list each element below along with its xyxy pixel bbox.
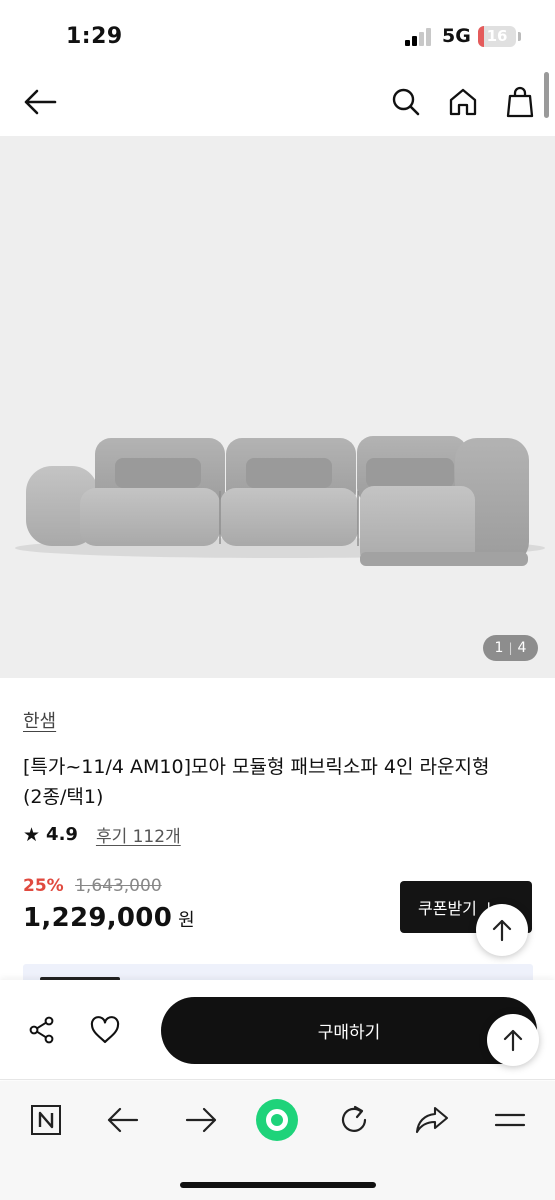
rating-row: ★ 4.9 후기 112개 bbox=[23, 822, 181, 848]
brand-link[interactable]: 한샘 bbox=[23, 707, 56, 733]
image-counter: 1 | 4 bbox=[483, 635, 538, 661]
battery-icon: 16 bbox=[478, 26, 516, 47]
scroll-top-icon[interactable] bbox=[487, 1014, 539, 1066]
image-counter-total: 4 bbox=[517, 640, 527, 656]
share-arrow-icon[interactable] bbox=[410, 1098, 454, 1142]
back-arrow-icon[interactable] bbox=[20, 82, 60, 122]
share-icon[interactable] bbox=[22, 1010, 62, 1050]
back-icon[interactable] bbox=[101, 1098, 145, 1142]
original-price: 1,643,000 bbox=[75, 876, 162, 896]
search-icon[interactable] bbox=[386, 82, 426, 122]
home-indicator bbox=[180, 1182, 376, 1188]
browser-toolbar bbox=[0, 1081, 555, 1200]
reviews-link[interactable]: 후기 112개 bbox=[96, 822, 181, 847]
sofa-illustration bbox=[15, 436, 545, 566]
discount-rate: 25% bbox=[23, 876, 64, 896]
buy-button[interactable]: 구매하기 bbox=[161, 997, 537, 1064]
battery-tip bbox=[518, 32, 521, 41]
heart-icon[interactable] bbox=[85, 1010, 125, 1050]
product-image[interactable] bbox=[0, 136, 555, 678]
battery-level: 16 bbox=[486, 27, 508, 45]
status-bar: 1:29 5G 16 bbox=[0, 0, 555, 70]
shopping-bag-icon[interactable] bbox=[500, 82, 540, 122]
reload-icon[interactable] bbox=[332, 1098, 376, 1142]
status-time: 1:29 bbox=[66, 24, 123, 49]
sale-price: 1,229,000 bbox=[23, 903, 173, 933]
naver-n-icon[interactable] bbox=[24, 1098, 68, 1142]
price-row: 25% 1,643,000 bbox=[23, 876, 162, 896]
home-icon[interactable] bbox=[443, 82, 483, 122]
green-dot-icon[interactable] bbox=[255, 1098, 299, 1142]
signal-icon bbox=[405, 28, 435, 46]
product-title: [특가~11/4 AM10]모아 모듈형 패브릭소파 4인 라운지형(2종/택1… bbox=[23, 756, 490, 808]
rating-score: 4.9 bbox=[46, 824, 78, 845]
action-bar: 구매하기 bbox=[0, 980, 555, 1080]
price-unit: 원 bbox=[178, 910, 195, 931]
network-type: 5G bbox=[442, 25, 471, 47]
image-counter-current: 1 bbox=[494, 640, 504, 656]
menu-icon[interactable] bbox=[488, 1098, 532, 1142]
sale-price-row: 1,229,000 원 bbox=[23, 903, 195, 933]
scroll-top-icon[interactable] bbox=[476, 904, 528, 956]
app-header bbox=[0, 72, 555, 134]
forward-icon[interactable] bbox=[179, 1098, 223, 1142]
image-counter-separator: | bbox=[508, 641, 513, 655]
star-icon: ★ bbox=[23, 823, 41, 846]
